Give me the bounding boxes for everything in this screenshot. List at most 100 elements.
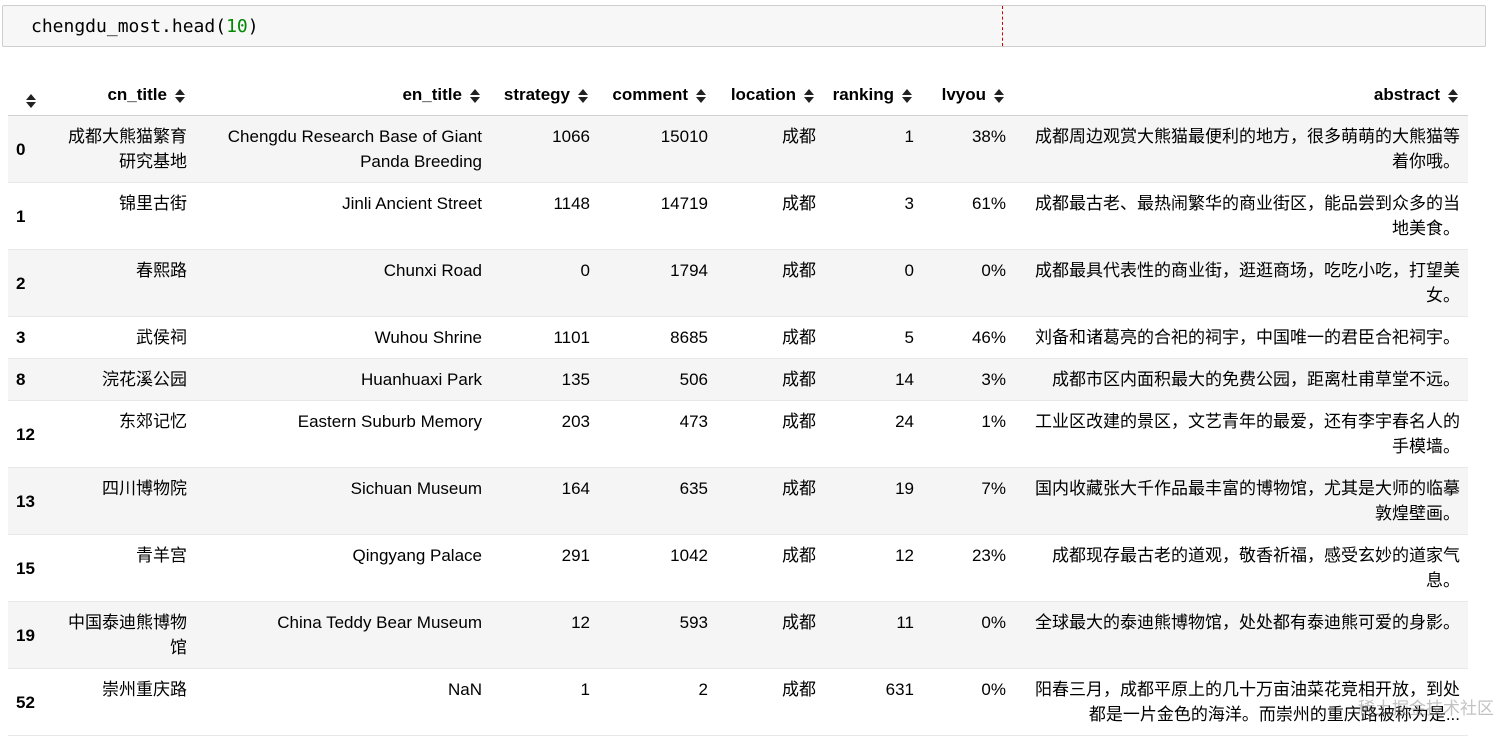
code-line[interactable]: chengdu_most.head(10) [31,16,259,37]
column-header-label: location [730,84,796,104]
row-index: 3 [16,328,26,347]
column-header-location[interactable]: location [716,73,824,116]
cell-strategy: 203 [561,412,590,431]
cell-lvyou: 3% [981,370,1006,389]
row-index: 2 [16,273,26,293]
table-row[interactable]: 12 东郊记忆 Eastern Suburb Memory 203 473 成都 24 1% 工… [8,400,1468,468]
cell-location: 成都 [782,261,816,280]
cell-comment: 14719 [660,194,708,213]
cell-en_title: NaN [447,680,482,699]
cell-cn_title: 武侯祠 [136,328,187,347]
sort-icon[interactable] [900,86,914,103]
column-header-cn_title[interactable]: cn_title [52,73,195,116]
cell-en_title: Wuhou Shrine [374,328,482,347]
column-header-content: strategy [504,82,590,107]
cell-strategy: 1066 [552,127,590,146]
cell-abstract: 阳春三月，成都平原上的几十万亩油菜花竞相开放，到处都是一片金色的海洋。而崇州的重… [1035,680,1460,724]
cell-strategy: 164 [561,479,590,498]
table-row[interactable]: 19 中国泰迪熊博物馆 China Teddy Bear Museum 12 593 成都… [8,601,1468,669]
table-row[interactable]: 2 春熙路 Chunxi Road 0 1794 成都 0 0% 成都最具代表性的商业街，逛逛商… [8,249,1468,317]
cell-strategy: 1 [580,680,590,699]
sort-icon[interactable] [24,91,38,108]
row-index: 19 [16,625,35,645]
sort-icon[interactable] [576,86,590,103]
sort-icon[interactable] [1446,86,1460,103]
cell-strategy: 1101 [553,328,590,347]
table-row[interactable]: 3 武侯祠 Wuhou Shrine 1101 8685 成都 5 46% 刘备和诸葛亮的合祀的… [8,316,1468,359]
column-header-content: location [731,82,816,107]
cell-ranking: 11 [896,613,914,632]
cell-comment: 15010 [660,127,708,146]
column-header-content: ranking [833,82,914,107]
cell-en_title: China Teddy Bear Museum [277,613,482,632]
column-header-ranking[interactable]: ranking [824,73,922,116]
sort-icon[interactable] [694,86,708,103]
row-index: 12 [16,424,35,444]
code-close-paren: ) [247,16,259,37]
column-header-label: strategy [503,84,570,104]
cell-en_title: Huanhuaxi Park [361,370,482,389]
row-index: 13 [16,491,35,511]
cell-comment: 506 [679,370,708,389]
column-header-en_title[interactable]: en_title [195,73,490,116]
cell-location: 成都 [782,546,816,565]
cell-ranking: 5 [904,328,914,347]
table-row[interactable]: 1 锦里古街 Jinli Ancient Street 1148 14719 成都 3 61%… [8,182,1468,250]
cell-location: 成都 [782,412,816,431]
cell-abstract: 国内收藏张大千作品最丰富的博物馆，尤其是大师的临摹敦煌壁画。 [1035,479,1460,523]
cell-strategy: 135 [561,370,590,389]
table-row[interactable]: 13 四川博物院 Sichuan Museum 164 635 成都 19 7% 国内收藏张大千… [8,467,1468,535]
cell-ranking: 0 [904,261,914,280]
cell-cn_title: 春熙路 [136,261,187,280]
cell-comment: 2 [698,680,708,699]
cell-strategy: 291 [561,546,590,565]
table-row[interactable]: 52 崇州重庆路 NaN 1 2 成都 631 0% 阳春三月，成都平原上的几十万亩油菜花竞相开… [8,668,1468,736]
code-cell[interactable]: chengdu_most.head(10) [2,5,1486,47]
column-header-abstract[interactable]: abstract [1014,73,1468,116]
cell-en_title: Chunxi Road [383,261,482,280]
cell-lvyou: 7% [981,479,1006,498]
cell-location: 成都 [782,479,816,498]
cell-abstract: 成都周边观赏大熊猫最便利的地方，很多萌萌的大熊猫等着你哦。 [1035,127,1460,171]
column-header-lvyou[interactable]: lvyou [922,73,1014,116]
cell-en_title: Eastern Suburb Memory [297,412,482,431]
cell-comment: 1042 [670,546,708,565]
table-row[interactable]: 0 成都大熊猫繁育研究基地 Chengdu Research Base of Gia… [8,115,1468,183]
column-header-label: cn_title [107,84,167,104]
cell-abstract: 成都现存最古老的道观，敬香祈福，感受玄妙的道家气息。 [1052,546,1460,590]
row-index: 52 [16,692,35,712]
cell-en_title: Chengdu Research Base of Giant Panda Bre… [227,127,482,171]
cell-location: 成都 [782,370,816,389]
cell-cn_title: 浣花溪公园 [102,370,187,389]
header-row: cn_title en_title strategy comment location r… [8,73,1468,116]
column-header-label: lvyou [941,84,986,104]
table-row[interactable]: 8 浣花溪公园 Huanhuaxi Park 135 506 成都 14 3% 成都市区内面积最… [8,358,1468,401]
table-body: 0 成都大熊猫繁育研究基地 Chengdu Research Base of Gia… [8,115,1468,736]
column-header-comment[interactable]: comment [598,73,716,116]
cell-en_title: Qingyang Palace [352,546,482,565]
cell-abstract: 成都最古老、最热闹繁华的商业街区，能品尝到众多的当地美食。 [1035,194,1460,238]
sort-icon[interactable] [802,86,816,103]
sort-icon[interactable] [468,86,482,103]
cell-lvyou: 38% [971,127,1006,146]
column-header-strategy[interactable]: strategy [490,73,598,116]
table-row[interactable]: 15 青羊宫 Qingyang Palace 291 1042 成都 12 23% 成都现存最古… [8,534,1468,602]
cell-comment: 473 [679,412,708,431]
sort-icon[interactable] [992,86,1006,103]
sort-icon[interactable] [173,86,187,103]
column-header-label: ranking [832,84,894,104]
column-header-index[interactable] [8,73,52,116]
cell-abstract: 工业区改建的景区，文艺青年的最爱，还有李宇春名人的手模墙。 [1035,412,1460,456]
cell-cn_title: 四川博物院 [102,479,187,498]
column-header-content: abstract [1374,82,1460,107]
column-header-label: en_title [402,84,462,104]
column-header-content: comment [612,82,708,107]
column-header-label: comment [612,84,688,104]
cell-location: 成都 [782,127,816,146]
cell-abstract: 刘备和诸葛亮的合祀的祠宇，中国唯一的君臣合祀祠宇。 [1035,328,1460,347]
cell-lvyou: 0% [981,613,1006,632]
column-header-label: abstract [1373,84,1440,104]
cell-lvyou: 46% [971,328,1006,347]
line-length-ruler [1002,6,1003,46]
row-index: 0 [16,139,26,159]
